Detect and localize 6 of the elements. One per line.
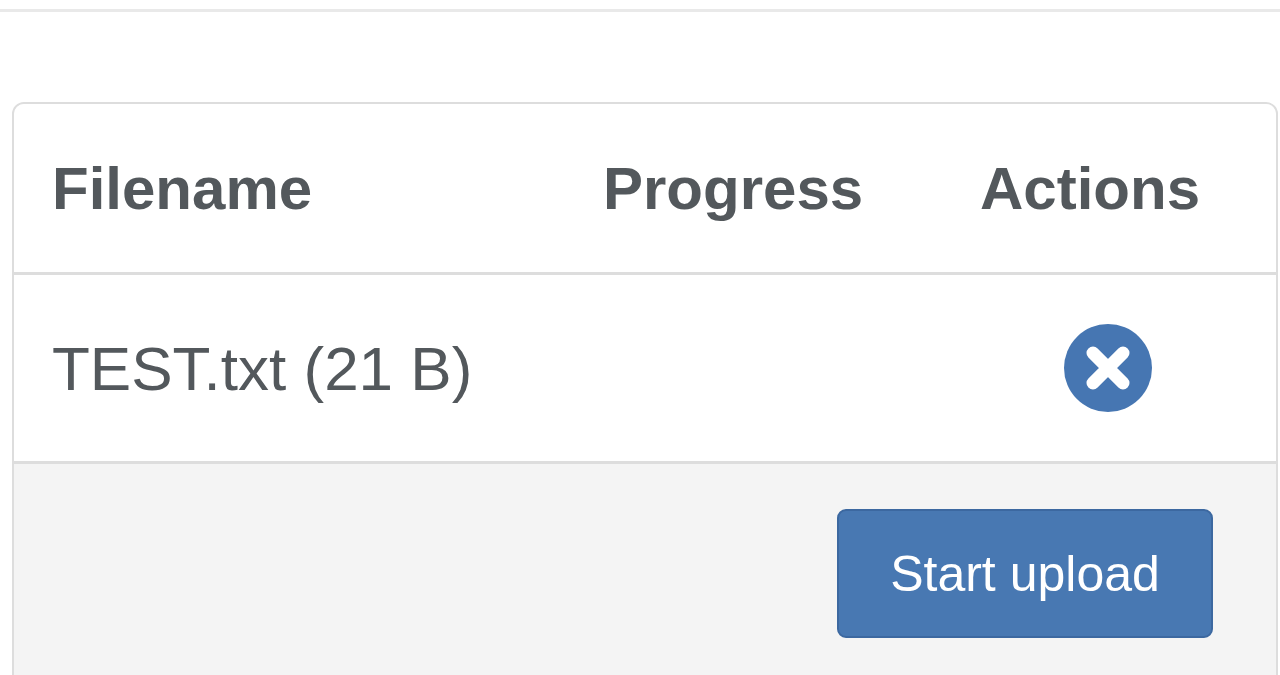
column-header: Progress	[603, 153, 865, 223]
column-header: Filename	[52, 153, 314, 223]
start-upload-button[interactable]: Start upload	[837, 509, 1213, 638]
column-header: Actions	[980, 153, 1202, 223]
file-name: TEST.txt (21 B)	[52, 332, 474, 404]
close-icon[interactable]	[1063, 323, 1153, 413]
